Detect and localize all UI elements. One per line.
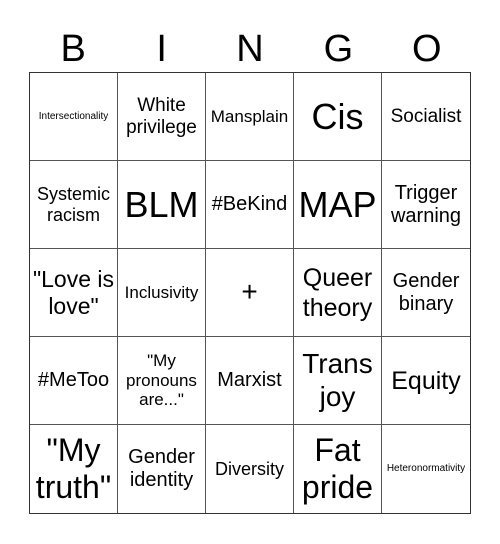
header-letter-b: B	[60, 28, 86, 70]
header-letter-i: I	[156, 28, 167, 70]
bingo-cell[interactable]: Intersectionality	[30, 73, 118, 161]
bingo-cell[interactable]: Heteronormativity	[382, 425, 470, 513]
bingo-cell[interactable]: Queer theory	[294, 249, 382, 337]
header-letter-o: O	[412, 28, 442, 70]
bingo-cell[interactable]: White privilege	[118, 73, 206, 161]
bingo-cell[interactable]: Mansplain	[206, 73, 294, 161]
bingo-cell[interactable]: MAP	[294, 161, 382, 249]
bingo-cell[interactable]: "My pronouns are..."	[118, 337, 206, 425]
bingo-cell[interactable]: Diversity	[206, 425, 294, 513]
bingo-cell[interactable]: Cis	[294, 73, 382, 161]
bingo-cell[interactable]: BLM	[118, 161, 206, 249]
bingo-cell[interactable]: Gender binary	[382, 249, 470, 337]
bingo-cell[interactable]: "My truth"	[30, 425, 118, 513]
bingo-cell[interactable]: Gender identity	[118, 425, 206, 513]
bingo-cell[interactable]: Trigger warning	[382, 161, 470, 249]
bingo-card: Intersectionality White privilege Manspl…	[29, 72, 471, 514]
bingo-cell[interactable]: #MeToo	[30, 337, 118, 425]
bingo-cell[interactable]: Equity	[382, 337, 470, 425]
header-letter-g: G	[323, 28, 354, 70]
bingo-cell[interactable]: "Love is love"	[30, 249, 118, 337]
bingo-cell[interactable]: #BeKind	[206, 161, 294, 249]
free-space-cell[interactable]: +	[206, 249, 294, 337]
bingo-cell[interactable]: Socialist	[382, 73, 470, 161]
bingo-cell[interactable]: Fat pride	[294, 425, 382, 513]
bingo-cell[interactable]: Inclusivity	[118, 249, 206, 337]
bingo-cell[interactable]: Trans joy	[294, 337, 382, 425]
header-letter-n: N	[236, 28, 264, 70]
bingo-cell[interactable]: Marxist	[206, 337, 294, 425]
bingo-header: B I N G O	[29, 26, 471, 72]
bingo-cell[interactable]: Systemic racism	[30, 161, 118, 249]
